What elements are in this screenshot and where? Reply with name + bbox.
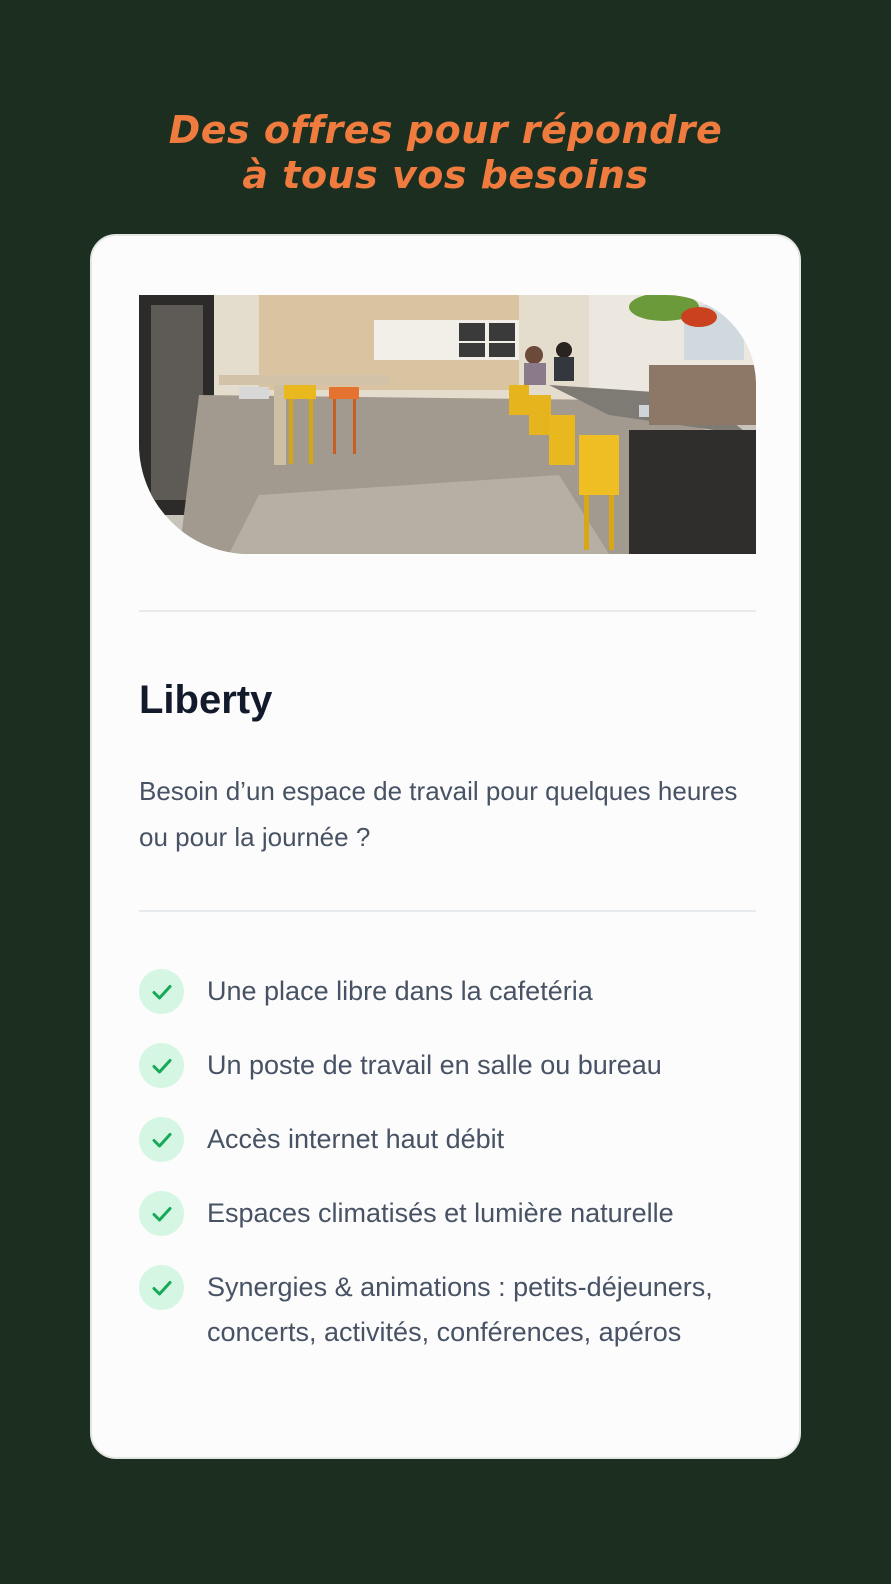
coworking-cafeteria-photo [139, 295, 756, 554]
page: Des offres pour répondre à tous vos beso… [0, 0, 891, 1584]
feature-text: Synergies & animations : petits-déjeuner… [207, 1272, 713, 1347]
feature-item: Synergies & animations : petits-déjeuner… [139, 1265, 759, 1355]
plan-description: Besoin d’un espace de travail pour quelq… [139, 776, 738, 852]
feature-list: Une place libre dans la cafetéria Un pos… [139, 969, 759, 1384]
divider-top [139, 610, 756, 612]
section-headline: Des offres pour répondre à tous vos beso… [0, 108, 891, 198]
feature-text: Un poste de travail en salle ou bureau [207, 1050, 662, 1080]
check-icon [139, 1265, 184, 1310]
check-icon [139, 1117, 184, 1162]
check-icon [139, 1191, 184, 1236]
feature-item: Espaces climatisés et lumière naturelle [139, 1191, 759, 1236]
feature-text: Une place libre dans la cafetéria [207, 976, 593, 1006]
check-icon [139, 1043, 184, 1088]
offer-card-liberty: Liberty Besoin d’un espace de travail po… [90, 234, 801, 1459]
check-icon [139, 969, 184, 1014]
feature-item: Un poste de travail en salle ou bureau [139, 1043, 759, 1088]
feature-item: Accès internet haut débit [139, 1117, 759, 1162]
divider-bottom [139, 910, 756, 912]
feature-text: Espaces climatisés et lumière naturelle [207, 1198, 674, 1228]
plan-title: Liberty [139, 678, 273, 722]
headline-line-2: à tous vos besoins [242, 153, 649, 197]
feature-item: Une place libre dans la cafetéria [139, 969, 759, 1014]
headline-line-1: Des offres pour répondre [168, 108, 723, 152]
feature-text: Accès internet haut débit [207, 1124, 505, 1154]
